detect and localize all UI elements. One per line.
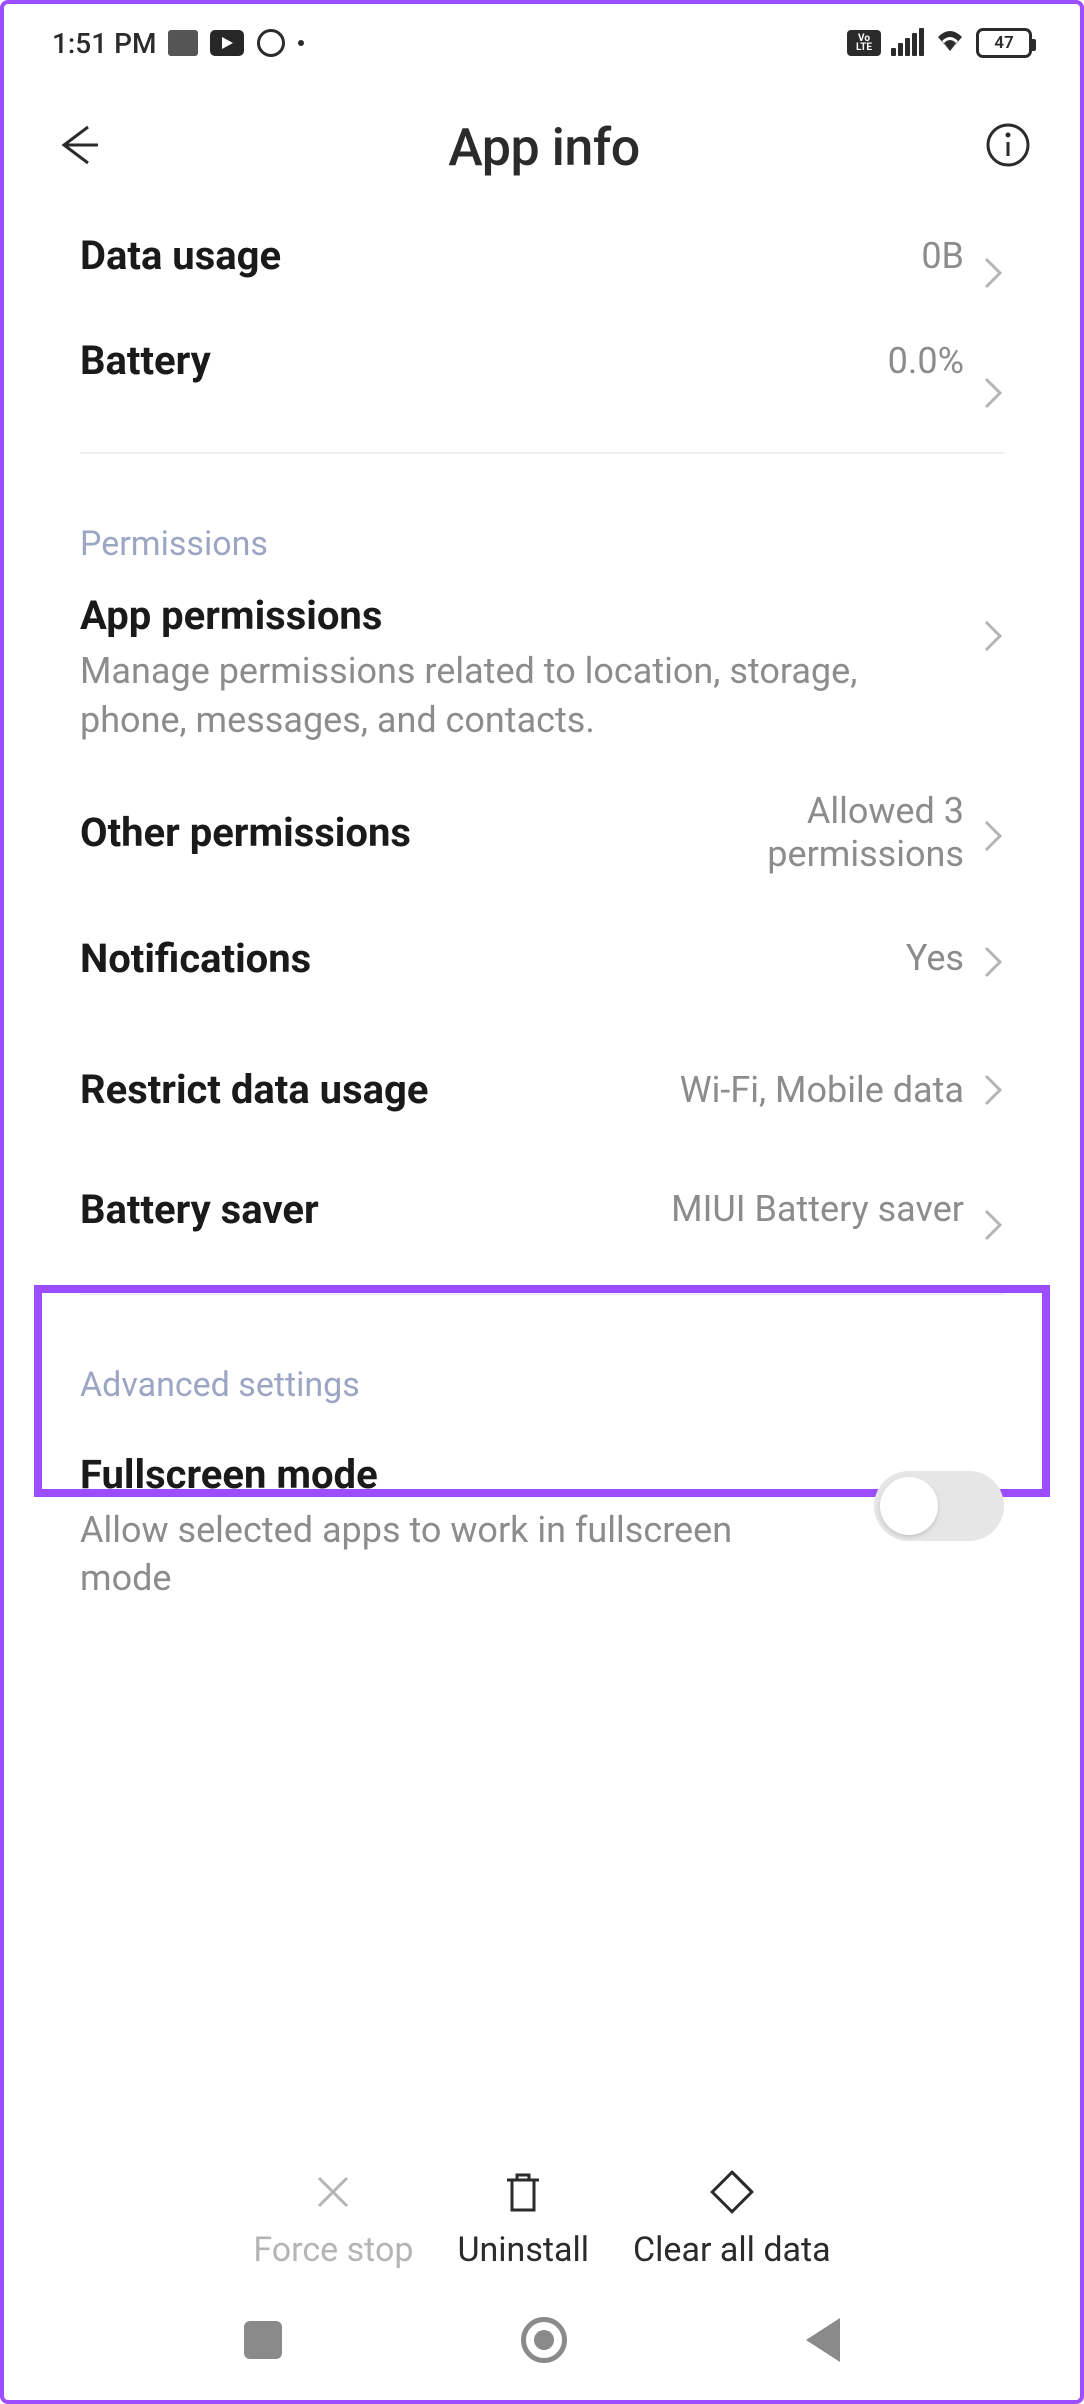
chevron-right-icon bbox=[982, 375, 1004, 415]
battery-level: 47 bbox=[994, 33, 1013, 53]
clear-data-label: Clear all data bbox=[633, 2230, 831, 2270]
other-permissions-label: Other permissions bbox=[80, 809, 411, 857]
youtube-notif-icon bbox=[210, 30, 244, 56]
app-permissions-desc: Manage permissions related to location, … bbox=[80, 647, 860, 744]
chevron-right-icon bbox=[982, 944, 1004, 984]
force-stop-label: Force stop bbox=[253, 2230, 413, 2270]
row-fullscreen-mode[interactable]: Fullscreen mode Allow selected apps to w… bbox=[80, 1433, 1004, 1643]
row-notifications[interactable]: Notifications Yes bbox=[80, 907, 1004, 1022]
battery-saver-value: MIUI Battery saver bbox=[671, 1188, 964, 1230]
app-notif-icon bbox=[168, 30, 198, 56]
status-time: 1:51 PM bbox=[52, 27, 156, 60]
nav-back-button[interactable] bbox=[806, 2318, 840, 2362]
force-stop-button: Force stop bbox=[231, 2166, 435, 2270]
battery-icon: 47 bbox=[976, 28, 1032, 58]
chevron-right-icon bbox=[982, 255, 1004, 295]
uninstall-label: Uninstall bbox=[457, 2230, 589, 2270]
signal-icon bbox=[891, 30, 924, 56]
notifications-label: Notifications bbox=[80, 935, 311, 982]
status-bar: 1:51 PM VoLTE 47 bbox=[4, 4, 1080, 82]
volte-icon: VoLTE bbox=[847, 30, 881, 56]
data-usage-value: 0B bbox=[921, 235, 964, 277]
chevron-right-icon bbox=[982, 1072, 1004, 1112]
restrict-value: Wi-Fi, Mobile data bbox=[680, 1069, 964, 1111]
header: App info bbox=[4, 82, 1080, 212]
data-usage-label: Data usage bbox=[80, 232, 281, 279]
other-permissions-value: Allowed 3 permissions bbox=[624, 790, 964, 876]
divider bbox=[80, 452, 1004, 454]
nav-bar bbox=[4, 2280, 1080, 2400]
fullscreen-toggle[interactable] bbox=[874, 1471, 1004, 1541]
chevron-right-icon bbox=[982, 818, 1004, 858]
wifi-icon bbox=[934, 26, 966, 61]
battery-saver-label: Battery saver bbox=[80, 1186, 319, 1233]
clear-data-button[interactable]: Clear all data bbox=[611, 2166, 853, 2270]
row-data-usage[interactable]: Data usage 0B bbox=[80, 212, 1004, 337]
battery-label: Battery bbox=[80, 337, 211, 384]
circle-notif-icon bbox=[257, 29, 285, 57]
nav-recents-button[interactable] bbox=[244, 2321, 282, 2359]
fullscreen-desc: Allow selected apps to work in fullscree… bbox=[80, 1506, 760, 1603]
info-button[interactable] bbox=[984, 121, 1032, 173]
bottom-actions: Force stop Uninstall Clear all data bbox=[4, 2166, 1080, 2270]
app-permissions-label: App permissions bbox=[80, 592, 964, 639]
row-battery-saver[interactable]: Battery saver MIUI Battery saver bbox=[80, 1162, 1004, 1293]
uninstall-button[interactable]: Uninstall bbox=[435, 2166, 611, 2270]
nav-home-button[interactable] bbox=[521, 2317, 567, 2363]
divider bbox=[80, 1293, 1004, 1295]
section-advanced-title: Advanced settings bbox=[80, 1365, 1004, 1405]
fullscreen-label: Fullscreen mode bbox=[80, 1451, 760, 1498]
chevron-right-icon bbox=[982, 1207, 1004, 1247]
row-other-permissions[interactable]: Other permissions Allowed 3 permissions bbox=[80, 770, 1004, 906]
row-app-permissions[interactable]: App permissions Manage permissions relat… bbox=[80, 592, 1004, 770]
chevron-right-icon bbox=[982, 618, 1004, 658]
battery-value: 0.0% bbox=[888, 340, 964, 382]
page-title: App info bbox=[448, 117, 639, 178]
row-battery[interactable]: Battery 0.0% bbox=[80, 337, 1004, 452]
restrict-label: Restrict data usage bbox=[80, 1066, 428, 1114]
row-restrict-data-usage[interactable]: Restrict data usage Wi-Fi, Mobile data bbox=[80, 1022, 1004, 1162]
notifications-value: Yes bbox=[906, 937, 964, 979]
section-permissions-title: Permissions bbox=[80, 524, 1004, 564]
back-button[interactable] bbox=[52, 119, 104, 175]
more-notif-icon bbox=[298, 40, 304, 46]
